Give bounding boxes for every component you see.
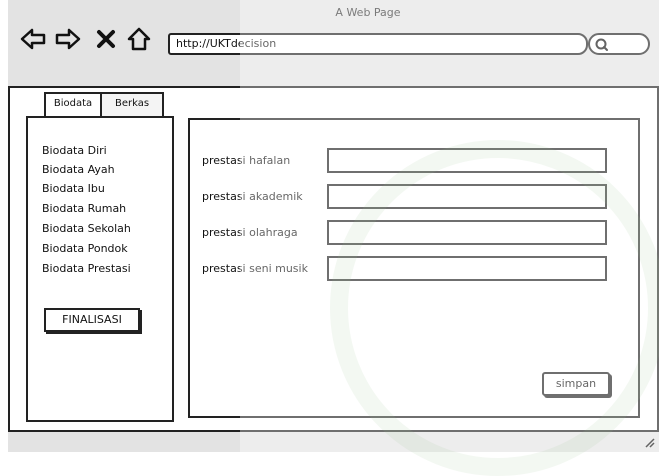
close-icon[interactable] bbox=[93, 26, 119, 52]
search-box[interactable] bbox=[588, 33, 650, 55]
prestasi-akademik-input[interactable] bbox=[327, 184, 607, 209]
status-bar bbox=[8, 430, 659, 452]
field-label-olahraga: prestasi olahraga bbox=[202, 226, 298, 239]
sidebar: Biodata Diri Biodata Ayah Biodata Ibu Bi… bbox=[26, 116, 174, 422]
forward-arrow-icon[interactable] bbox=[55, 26, 81, 52]
back-arrow-icon[interactable] bbox=[20, 26, 46, 52]
home-icon[interactable] bbox=[126, 26, 152, 52]
tab-berkas-label: Berkas bbox=[114, 98, 150, 109]
field-label-seni-musik: prestasi seni musik bbox=[202, 262, 308, 275]
resize-grip-icon[interactable] bbox=[643, 436, 655, 448]
window-title: A Web Page bbox=[335, 6, 401, 19]
sidebar-item-biodata-pondok[interactable]: Biodata Pondok bbox=[42, 242, 128, 256]
prestasi-olahraga-input[interactable] bbox=[327, 220, 607, 245]
search-icon bbox=[595, 38, 608, 51]
sidebar-item-biodata-diri[interactable]: Biodata Diri bbox=[42, 144, 107, 158]
simpan-button[interactable]: simpan bbox=[542, 372, 610, 396]
sidebar-item-biodata-ayah[interactable]: Biodata Ayah bbox=[42, 163, 115, 177]
address-bar-text: http://UKTdecision bbox=[176, 37, 277, 50]
sidebar-item-biodata-rumah[interactable]: Biodata Rumah bbox=[42, 202, 126, 216]
prestasi-seni-musik-input[interactable] bbox=[327, 256, 607, 281]
field-label-akademik: prestasi akademik bbox=[202, 190, 303, 203]
finalisasi-button[interactable]: FINALISASI bbox=[44, 308, 140, 332]
address-bar[interactable]: http://UKTdecision bbox=[168, 33, 588, 55]
field-label-hafalan: prestasi hafalan bbox=[202, 154, 291, 167]
prestasi-form: prestasi hafalan prestasi akademik prest… bbox=[188, 118, 640, 418]
tab-berkas[interactable]: Berkas bbox=[100, 92, 164, 116]
tab-biodata-label: Biodata bbox=[53, 98, 93, 109]
sidebar-item-biodata-sekolah[interactable]: Biodata Sekolah bbox=[42, 222, 131, 236]
sidebar-item-biodata-prestasi[interactable]: Biodata Prestasi bbox=[42, 262, 131, 276]
sidebar-item-biodata-ibu[interactable]: Biodata Ibu bbox=[42, 182, 105, 196]
tab-biodata[interactable]: Biodata bbox=[44, 92, 102, 116]
prestasi-hafalan-input[interactable] bbox=[327, 148, 607, 173]
